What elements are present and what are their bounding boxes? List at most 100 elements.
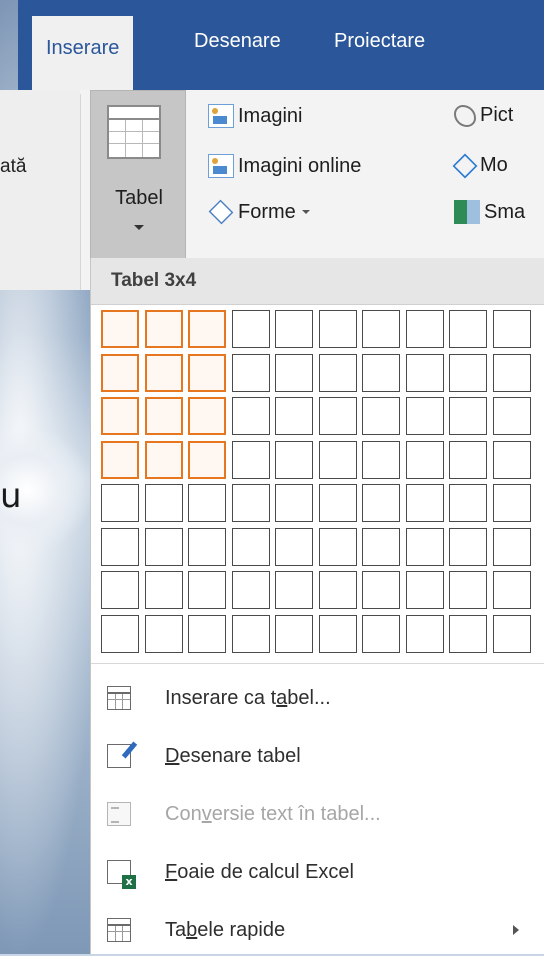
tab-proiectare[interactable]: Proiectare [334,30,425,53]
grid-cell[interactable] [362,310,400,348]
grid-cell[interactable] [101,528,139,566]
grid-cell[interactable] [232,571,270,609]
grid-cell-selected[interactable] [145,397,183,435]
pictograme-label: Pict [480,104,514,126]
grid-cell[interactable] [406,528,444,566]
draw-table-icon [107,744,131,768]
grid-cell[interactable] [406,484,444,522]
grid-cell[interactable] [319,528,357,566]
grid-cell[interactable] [275,484,313,522]
grid-cell[interactable] [449,571,487,609]
tab-desenare[interactable]: Desenare [194,30,281,53]
grid-cell[interactable] [362,397,400,435]
grid-cell-selected[interactable] [145,310,183,348]
smartart-button[interactable]: Sma [454,200,525,224]
grid-cell-selected[interactable] [101,441,139,479]
grid-cell[interactable] [232,615,270,653]
grid-cell[interactable] [319,484,357,522]
grid-cell[interactable] [275,397,313,435]
grid-cell[interactable] [275,528,313,566]
grid-cell[interactable] [232,528,270,566]
grid-cell[interactable] [449,354,487,392]
grid-cell[interactable] [362,528,400,566]
grid-cell[interactable] [493,571,531,609]
grid-cell[interactable] [406,397,444,435]
grid-cell[interactable] [319,441,357,479]
grid-cell[interactable] [232,310,270,348]
grid-cell[interactable] [493,310,531,348]
grid-cell[interactable] [493,441,531,479]
pictograme-button[interactable]: Pict [454,104,513,127]
menu-item-tabele-rapide[interactable]: Tabele rapide [91,904,544,956]
grid-cell[interactable] [493,354,531,392]
forme-button[interactable]: Forme [208,199,310,225]
table-size-grid[interactable] [101,310,544,660]
grid-cell[interactable] [232,354,270,392]
grid-cell-selected[interactable] [188,441,226,479]
grid-cell[interactable] [145,615,183,653]
grid-cell[interactable] [319,310,357,348]
menu-item-foaie-excel[interactable]: Foaie de calcul Excel [91,846,544,898]
grid-cell[interactable] [449,615,487,653]
tabel-button[interactable]: Tabel [90,90,186,264]
grid-cell[interactable] [406,571,444,609]
menu-item-inserare-ca-tabel[interactable]: Inserare ca tabel... [91,672,544,724]
menu-item-desenare-tabel[interactable]: Desenare tabel [91,730,544,782]
grid-cell[interactable] [449,397,487,435]
grid-cell[interactable] [362,571,400,609]
ribbon-tab-bar: Inserare Desenare Proiectare [18,0,544,90]
grid-cell[interactable] [145,571,183,609]
grid-cell[interactable] [406,354,444,392]
insert-table-icon [107,686,131,710]
imagini-online-button[interactable]: Imagini online [208,154,361,178]
grid-cell[interactable] [319,354,357,392]
grid-cell[interactable] [319,571,357,609]
grid-cell[interactable] [232,397,270,435]
grid-cell[interactable] [275,441,313,479]
grid-cell-selected[interactable] [188,310,226,348]
grid-cell[interactable] [362,354,400,392]
grid-cell[interactable] [406,615,444,653]
grid-cell-selected[interactable] [101,354,139,392]
grid-cell[interactable] [406,310,444,348]
grid-cell[interactable] [493,615,531,653]
grid-cell[interactable] [493,484,531,522]
grid-cell-selected[interactable] [101,310,139,348]
grid-cell[interactable] [493,528,531,566]
imagini-button[interactable]: Imagini [208,104,302,128]
grid-cell[interactable] [145,528,183,566]
grid-cell-selected[interactable] [145,441,183,479]
grid-cell[interactable] [449,528,487,566]
grid-cell[interactable] [101,615,139,653]
grid-cell[interactable] [232,484,270,522]
grid-cell[interactable] [406,441,444,479]
grid-cell[interactable] [275,615,313,653]
grid-cell-selected[interactable] [188,354,226,392]
grid-cell[interactable] [362,484,400,522]
grid-cell[interactable] [145,484,183,522]
grid-cell[interactable] [493,397,531,435]
grid-cell[interactable] [319,397,357,435]
grid-cell[interactable] [449,310,487,348]
grid-cell[interactable] [232,441,270,479]
tab-inserare[interactable]: Inserare [32,16,134,90]
grid-cell[interactable] [275,310,313,348]
grid-cell[interactable] [188,528,226,566]
grid-cell[interactable] [362,615,400,653]
grid-cell[interactable] [101,571,139,609]
grid-cell[interactable] [275,354,313,392]
grid-cell-selected[interactable] [101,397,139,435]
grid-cell[interactable] [275,571,313,609]
picture-icon [208,104,234,128]
modele-3d-button[interactable]: Mo [452,153,508,178]
grid-cell[interactable] [188,484,226,522]
grid-cell[interactable] [319,615,357,653]
grid-cell[interactable] [449,441,487,479]
grid-cell-selected[interactable] [145,354,183,392]
grid-cell[interactable] [188,571,226,609]
grid-cell[interactable] [101,484,139,522]
grid-cell[interactable] [188,615,226,653]
grid-cell[interactable] [362,441,400,479]
grid-cell[interactable] [449,484,487,522]
grid-cell-selected[interactable] [188,397,226,435]
